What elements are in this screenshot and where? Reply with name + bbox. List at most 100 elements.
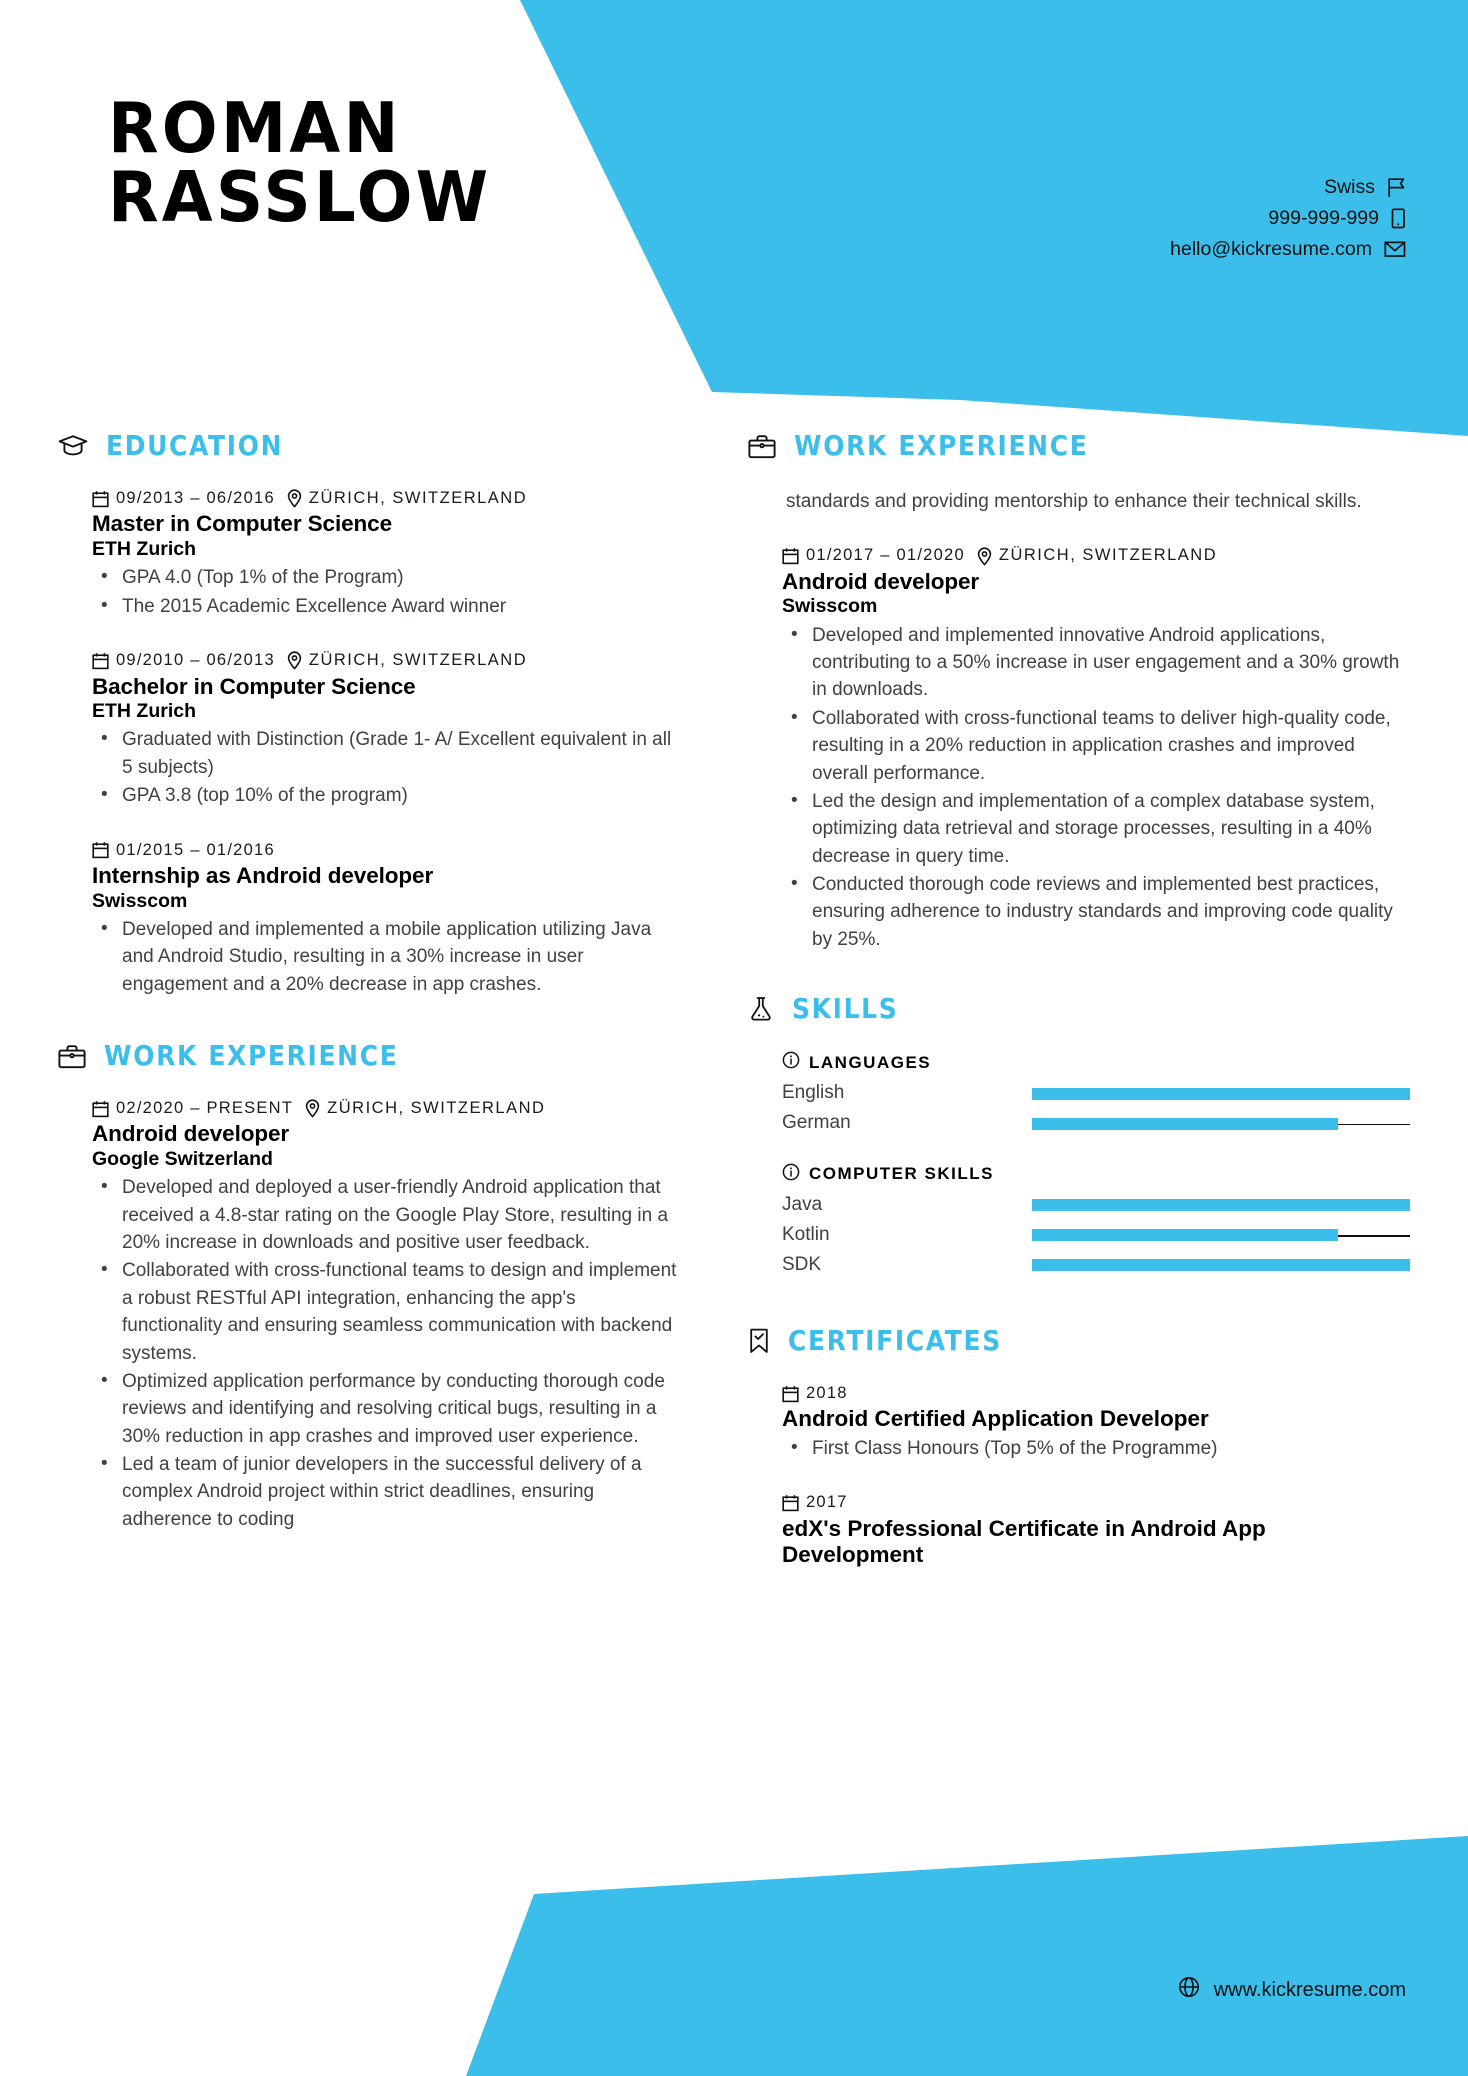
bullet-item: Developed and implemented innovative And…: [782, 621, 1410, 704]
skill-group-header: COMPUTER SKILLS: [782, 1163, 1410, 1186]
work-entry: 02/2020 – PRESENT ZÜRICH, SWITZERLAND An…: [58, 1098, 678, 1533]
bullet-item: The 2015 Academic Excellence Award winne…: [92, 592, 678, 620]
section-work-experience-title: WORK EXPERIENCE: [794, 430, 1089, 462]
entry-location: ZÜRICH, SWITZERLAND: [308, 651, 528, 670]
skill-name: English: [782, 1082, 845, 1104]
entry-meta: 09/2013 – 06/2016 ZÜRICH, SWITZERLAND: [92, 488, 678, 509]
skill-row: Java: [782, 1192, 1410, 1219]
entry-location: ZÜRICH, SWITZERLAND: [327, 1099, 546, 1117]
skill-name: Java: [782, 1193, 823, 1215]
contact-email-value: hello@kickresume.com: [1170, 237, 1372, 260]
graduation-cap-icon: [58, 434, 88, 458]
footer-website[interactable]: www.kickresume.com: [1178, 1976, 1406, 2004]
skill-level-bar: [1032, 1259, 1410, 1272]
skill-group-languages: LANGUAGES English German: [748, 1051, 1410, 1137]
bullet-item: Led a team of junior developers in the s…: [92, 1450, 678, 1533]
skill-group-header: LANGUAGES: [782, 1051, 1410, 1074]
section-work-experience-title: WORK EXPERIENCE: [104, 1040, 399, 1072]
entry-bullets: Developed and implemented innovative And…: [782, 621, 1410, 953]
calendar-icon: [782, 1385, 799, 1403]
entry-title: Master in Computer Science: [92, 511, 392, 537]
entry-dates: 09/2013 – 06/2016: [116, 489, 275, 507]
location-pin-icon: [287, 651, 302, 670]
entry-organization: Swisscom: [782, 595, 878, 618]
contact-nationality: Swiss: [1170, 175, 1406, 200]
entry-dates: 02/2020 – PRESENT: [116, 1099, 294, 1117]
bullet-item: Collaborated with cross-functional teams…: [782, 704, 1410, 787]
section-education-header: EDUCATION: [58, 430, 678, 462]
entry-meta: 2017: [782, 1492, 1410, 1513]
info-icon: [782, 1051, 800, 1074]
footer-website-url: www.kickresume.com: [1213, 1978, 1406, 2001]
skill-level-bar: [1032, 1087, 1410, 1100]
name-line-first: ROMAN: [108, 87, 402, 169]
section-certificates-header: CERTIFICATES: [748, 1324, 1410, 1357]
bullet-item: Conducted thorough code reviews and impl…: [782, 870, 1410, 953]
skill-name: SDK: [782, 1253, 822, 1275]
skill-name: German: [782, 1112, 851, 1134]
entry-meta: 09/2010 – 06/2013 ZÜRICH, SWITZERLAND: [92, 650, 678, 671]
calendar-icon: [92, 652, 109, 670]
globe-icon: [1178, 1976, 1200, 2004]
contact-email: hello@kickresume.com: [1170, 237, 1406, 262]
entry-bullets: Developed and deployed a user-friendly A…: [92, 1173, 678, 1533]
entry-title: Android developer: [782, 568, 980, 594]
entry-location: ZÜRICH, SWITZERLAND: [308, 489, 528, 507]
skill-level-bar: [1032, 1199, 1410, 1212]
bullet-item: Developed and implemented a mobile appli…: [92, 915, 678, 998]
bullet-item: GPA 4.0 (Top 1% of the Program): [92, 563, 678, 591]
phone-icon: [1391, 208, 1406, 229]
section-certificates-title: CERTIFICATES: [788, 1324, 1002, 1357]
bullet-item: GPA 3.8 (top 10% of the program): [92, 781, 678, 809]
section-work-experience-header: WORK EXPERIENCE: [58, 1040, 678, 1072]
entry-dates: 2017: [806, 1493, 848, 1512]
calendar-icon: [92, 841, 109, 859]
entry-bullets: First Class Honours (Top 5% of the Progr…: [782, 1434, 1410, 1462]
continuation-text: standards and providing mentorship to en…: [786, 491, 1362, 512]
entry-bullets: Developed and implemented a mobile appli…: [92, 915, 678, 998]
skill-row: SDK: [782, 1252, 1410, 1279]
entry-dates: 2018: [806, 1383, 848, 1402]
flask-icon: [748, 996, 774, 1022]
skill-bar-fill: [1032, 1259, 1410, 1272]
skill-row: English: [782, 1080, 1410, 1107]
entry-bullets: Graduated with Distinction (Grade 1- A/ …: [92, 725, 678, 809]
contact-phone-value: 999-999-999: [1268, 206, 1379, 229]
calendar-icon: [782, 547, 799, 565]
footer-accent-shape: [466, 1836, 1468, 2076]
entry-meta: 01/2015 – 01/2016: [92, 840, 678, 861]
skill-row: Kotlin: [782, 1222, 1410, 1249]
right-column: WORK EXPERIENCE standards and providing …: [748, 430, 1410, 1569]
bullet-item: Optimized application performance by con…: [92, 1367, 678, 1450]
certificate-entry: 2017 edX's Professional Certificate in A…: [748, 1492, 1410, 1569]
entry-meta: 01/2017 – 01/2020 ZÜRICH, SWITZERLAND: [782, 545, 1410, 566]
entry-organization: ETH Zurich: [92, 537, 197, 560]
entry-title: Android developer: [92, 1121, 290, 1147]
skill-group-computer-skills: COMPUTER SKILLS Java Kotlin SDK: [748, 1163, 1410, 1279]
calendar-icon: [782, 1494, 799, 1512]
work-entry-continuation: standards and providing mentorship to en…: [748, 488, 1410, 515]
entry-title: Internship as Android developer: [92, 862, 434, 888]
section-skills-title: SKILLS: [792, 993, 899, 1026]
certificate-title: edX's Professional Certificate in Androi…: [782, 1515, 1266, 1568]
entry-organization: ETH Zurich: [92, 700, 197, 723]
certificate-entry: 2018 Android Certified Application Devel…: [748, 1383, 1410, 1462]
entry-organization: Swisscom: [92, 889, 188, 912]
entry-bullets: GPA 4.0 (Top 1% of the Program) The 2015…: [92, 563, 678, 620]
email-icon: [1384, 240, 1406, 258]
bullet-item: First Class Honours (Top 5% of the Progr…: [782, 1434, 1410, 1462]
candidate-name: ROMAN RASSLOW: [108, 93, 488, 233]
contact-phone: 999-999-999: [1170, 206, 1406, 231]
location-pin-icon: [977, 546, 992, 566]
skill-bar-fill: [1032, 1117, 1339, 1130]
education-entry: 09/2010 – 06/2013 ZÜRICH, SWITZERLAND Ba…: [58, 650, 678, 809]
bullet-item: Graduated with Distinction (Grade 1- A/ …: [92, 725, 678, 781]
skill-level-bar: [1032, 1229, 1410, 1242]
bullet-item: Led the design and implementation of a c…: [782, 787, 1410, 870]
info-icon: [782, 1163, 800, 1186]
skill-name: Kotlin: [782, 1223, 830, 1245]
entry-organization: Google Switzerland: [92, 1147, 273, 1170]
skill-bar-fill: [1032, 1229, 1339, 1242]
entry-dates: 09/2010 – 06/2013: [116, 651, 275, 670]
calendar-icon: [92, 1100, 109, 1118]
